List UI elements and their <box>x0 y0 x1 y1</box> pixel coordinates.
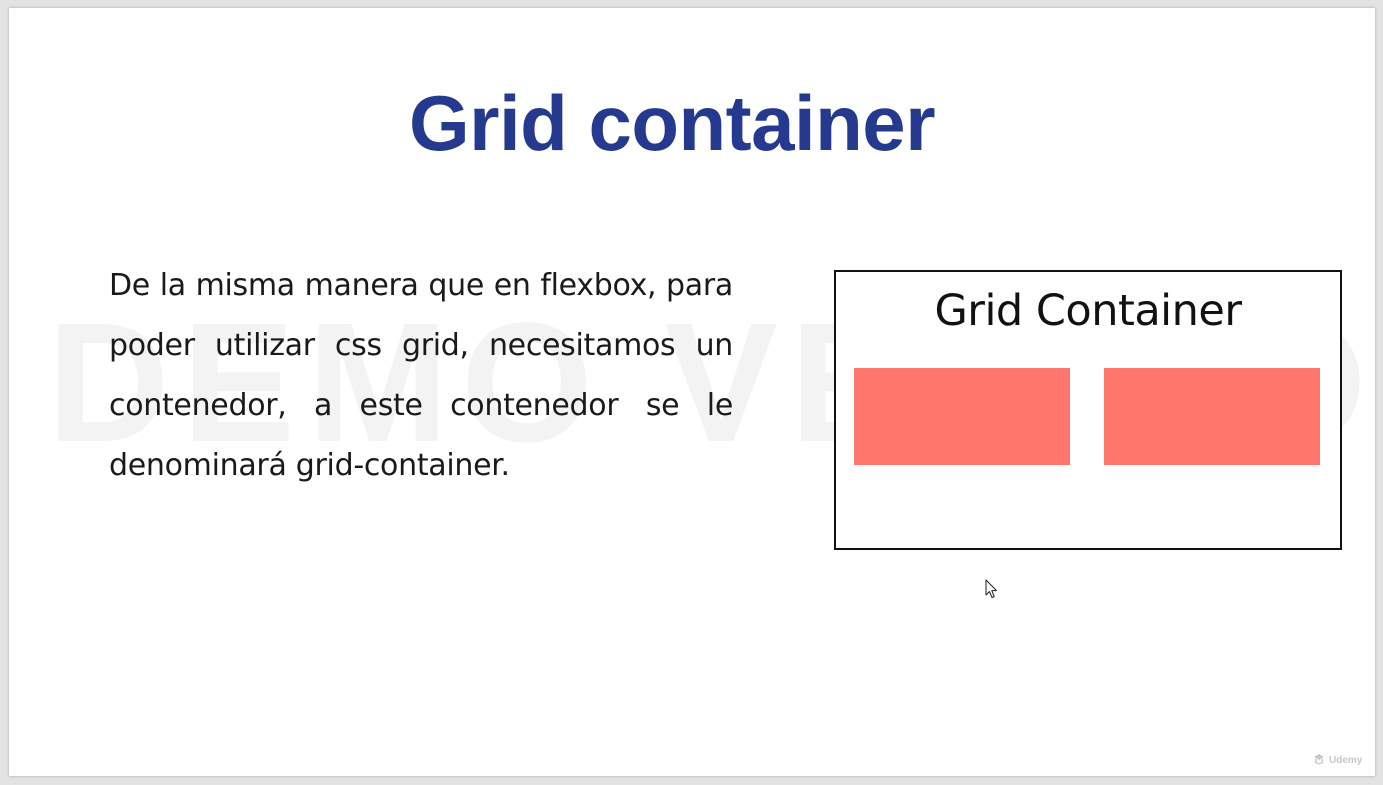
grid-item-2 <box>1104 368 1320 465</box>
grid-item-1 <box>854 368 1070 465</box>
slide-title: Grid container <box>408 79 936 167</box>
grid-container-label: Grid Container <box>934 286 1242 336</box>
slide-body-text: De la misma manera que en flexbox, para … <box>109 268 733 483</box>
udemy-logo: Udemy <box>1312 752 1362 768</box>
mouse-pointer-icon <box>985 579 997 598</box>
udemy-logo-text: Udemy <box>1329 754 1363 766</box>
udemy-logo-icon <box>1314 754 1324 765</box>
grid-container-diagram: Grid Container <box>834 270 1342 550</box>
slide: DEMO VERSION Grid container De la misma … <box>9 8 1375 776</box>
